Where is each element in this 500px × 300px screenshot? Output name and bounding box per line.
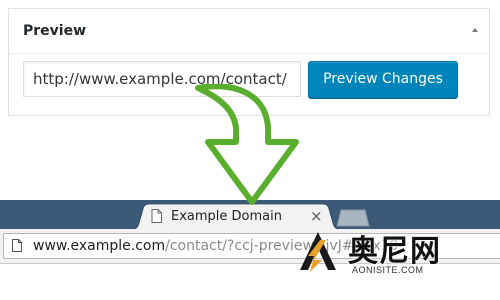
url-host: www.example.com [33, 238, 166, 254]
watermark-name: 奥尼网 [348, 234, 441, 269]
tab-title: Example Domain [171, 209, 282, 224]
preview-changes-button[interactable]: Preview Changes [308, 61, 458, 98]
metabox-title: Preview [23, 23, 87, 39]
close-icon[interactable]: × [310, 207, 323, 225]
curved-down-arrow-icon [195, 84, 299, 205]
aonisite-logo-icon [300, 232, 336, 272]
metabox-header[interactable]: Preview [9, 9, 489, 54]
watermark-site: AONISITE.COM [352, 265, 424, 275]
watermark: 奥尼网 AONISITE.COM [298, 224, 498, 286]
screenshot-stage: Preview Preview Changes Example Domain [0, 0, 500, 300]
page-icon [12, 239, 22, 252]
page-icon [151, 209, 162, 223]
triangle-up-icon[interactable] [469, 25, 481, 35]
